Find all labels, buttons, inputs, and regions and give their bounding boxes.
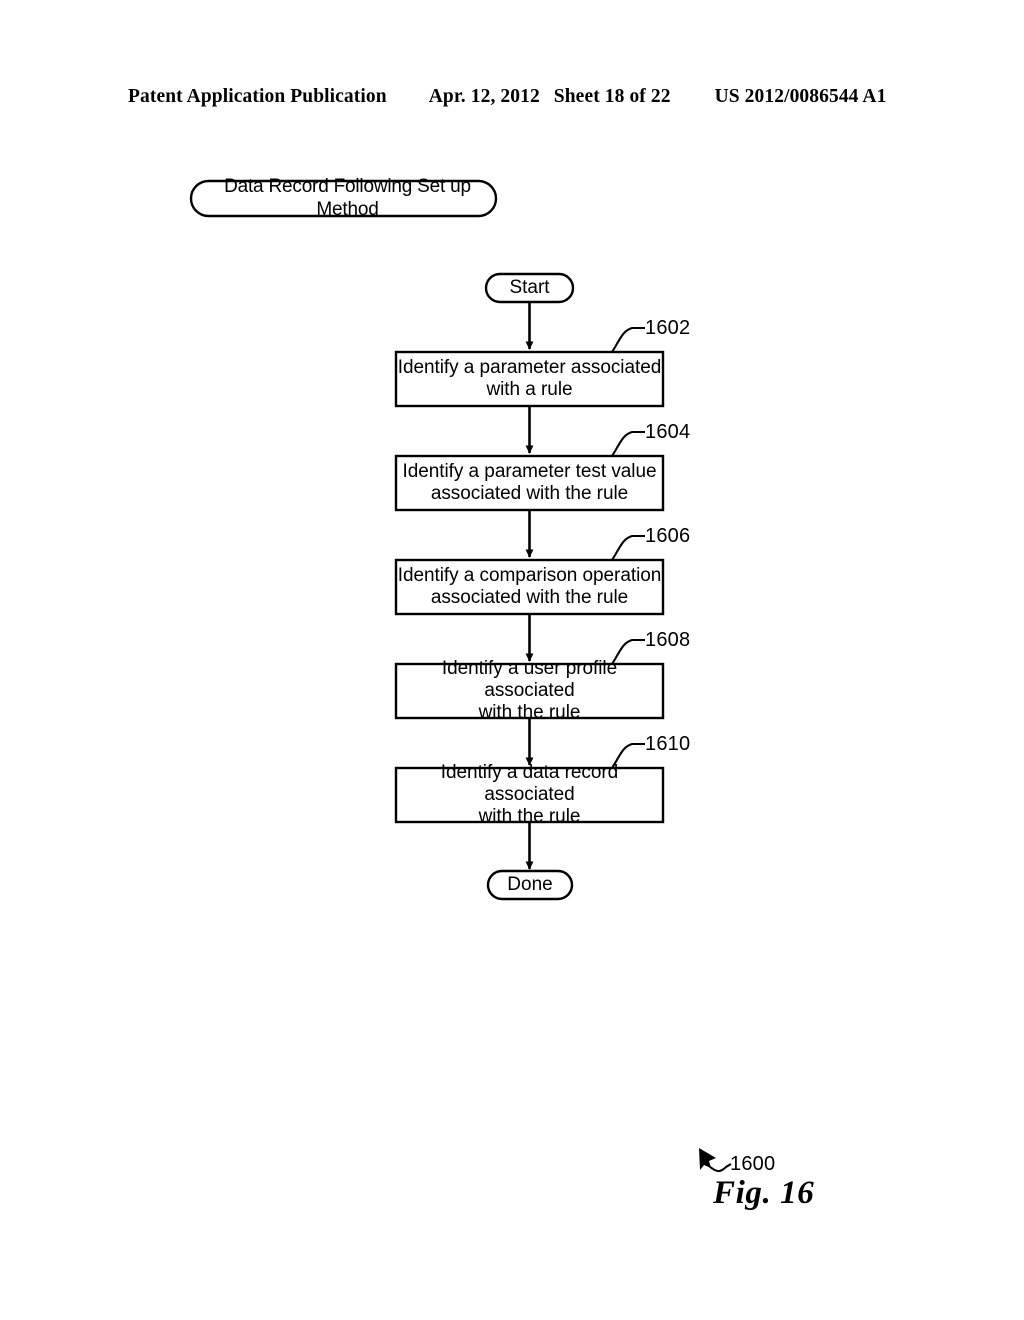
leader-line-1608: [611, 638, 645, 665]
leader-line-1610: [611, 742, 645, 769]
figure-reference-leader-line: [708, 1163, 732, 1173]
reference-number-1602: 1602: [645, 317, 691, 339]
figure-reference-arrow-icon: [699, 1148, 716, 1170]
process-box-1604-shape: [394, 454, 665, 512]
leader-line-1604: [611, 430, 645, 457]
reference-number-1608: 1608: [645, 629, 691, 651]
reference-number-1606: 1606: [645, 525, 691, 547]
process-box-1608-shape: [394, 662, 665, 720]
reference-number-1600: 1600: [730, 1153, 776, 1175]
process-box-1606-shape: [394, 558, 665, 616]
figure-caption: Fig. 16: [713, 1175, 815, 1211]
flowchart-vector-layer: [189, 179, 732, 1173]
process-box-1602-shape: [394, 350, 665, 408]
start-node-shape: [484, 272, 575, 304]
process-box-1610-shape: [394, 766, 665, 824]
leader-line-1606: [611, 534, 645, 561]
leader-line-1602: [611, 326, 645, 353]
done-node-shape: [486, 869, 574, 901]
reference-number-1604: 1604: [645, 421, 691, 443]
reference-number-1610: 1610: [645, 733, 691, 755]
title-box-shape: [189, 179, 498, 218]
figure-16-flowchart: Data Record Following Set up Method Star…: [0, 0, 1024, 1320]
